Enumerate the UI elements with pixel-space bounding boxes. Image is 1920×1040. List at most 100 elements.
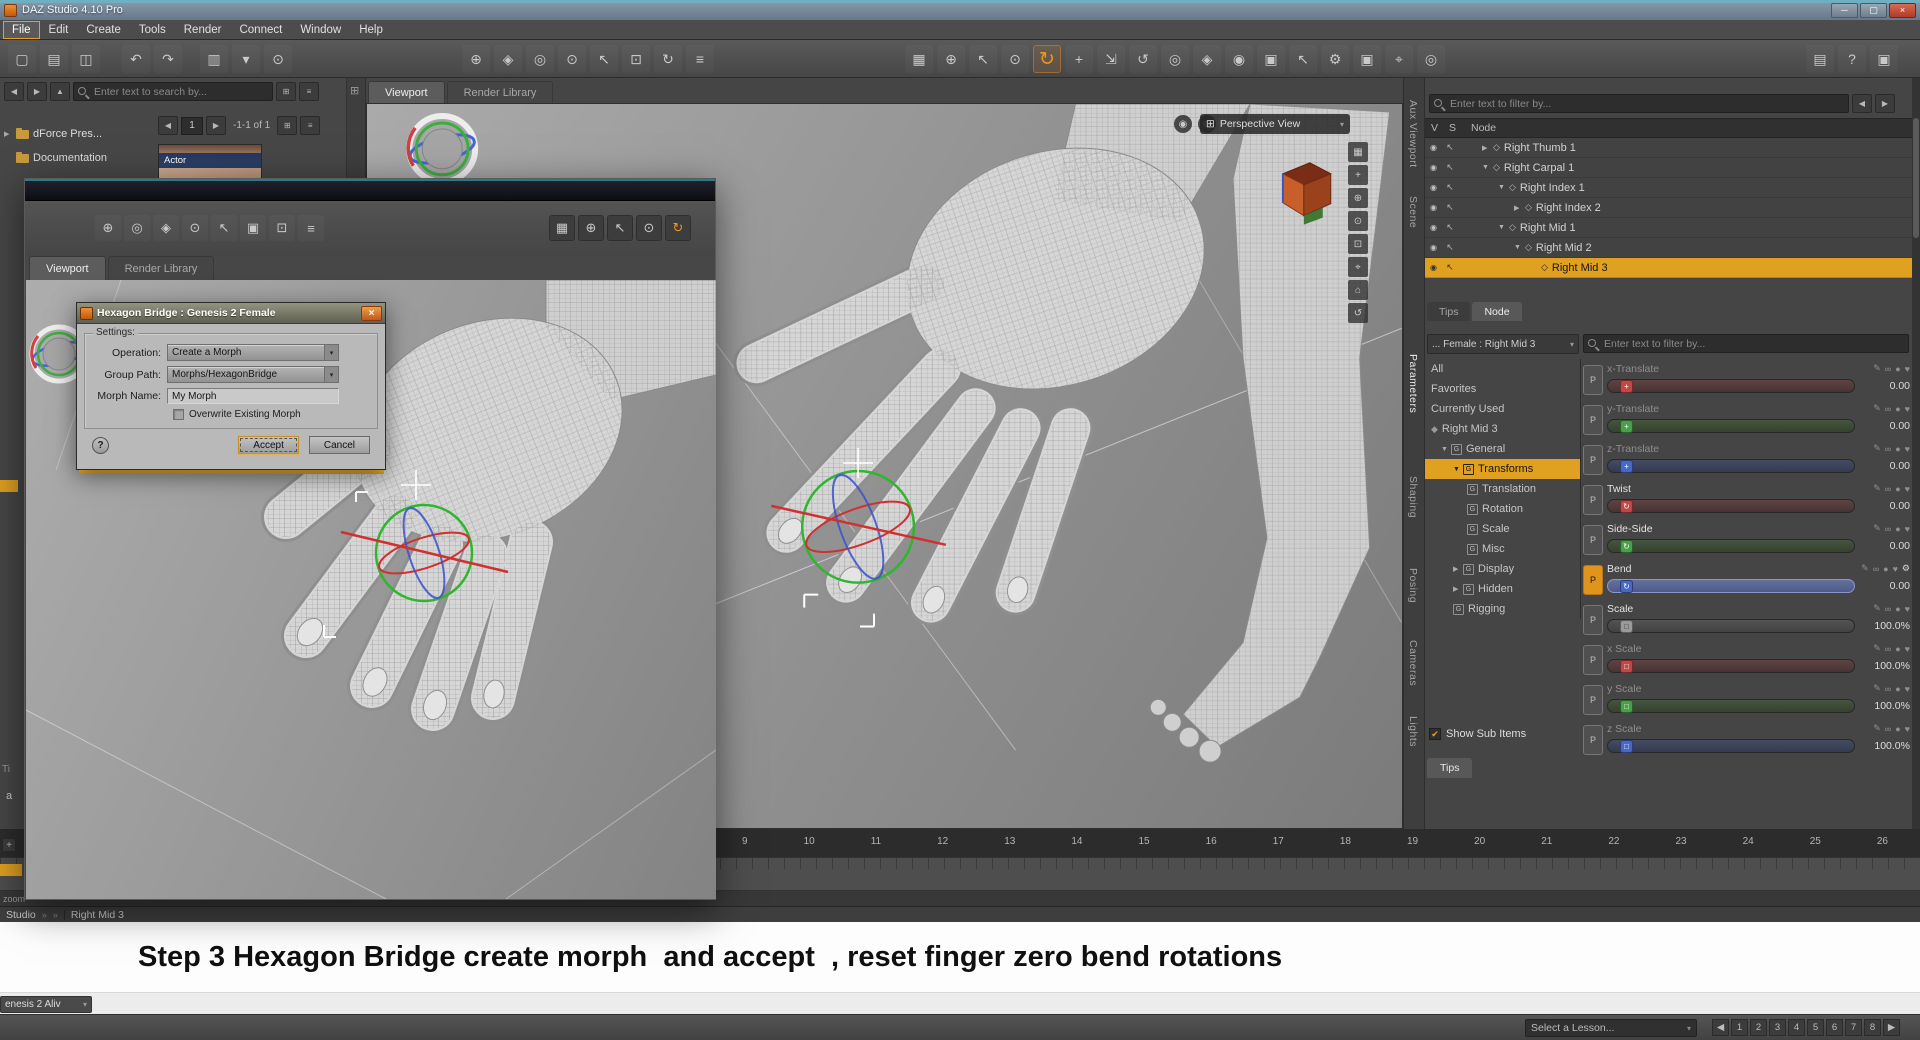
link-icon[interactable]: ∞	[1885, 644, 1891, 654]
gear-icon[interactable]: ⚙	[1902, 563, 1910, 574]
environment-tool[interactable]: ⊙	[558, 45, 586, 73]
dock-tab[interactable]: Lights	[1407, 716, 1419, 747]
link-icon[interactable]: ∞	[1885, 364, 1891, 374]
page-button[interactable]: 3	[1769, 1019, 1786, 1036]
slider-track[interactable]: ↻	[1607, 539, 1855, 553]
search-input[interactable]	[73, 82, 273, 101]
favorite-icon[interactable]: ♥	[1905, 364, 1910, 374]
viewport-tab[interactable]: Viewport	[29, 256, 106, 280]
panel-scrollbar[interactable]	[1912, 78, 1920, 829]
slider-knob[interactable]: ↻	[1620, 540, 1633, 553]
scene-tree-row[interactable]: ◉ ↖ ▼ ◇ Right Index 1	[1425, 178, 1912, 198]
selectability-icon[interactable]: ↖	[1442, 262, 1458, 273]
save-scene[interactable]: ◫	[72, 45, 100, 73]
transform-box-tool[interactable]: ⊡	[622, 45, 650, 73]
favorite-icon[interactable]: ♥	[1905, 604, 1910, 614]
edit-icon[interactable]: ✎	[1861, 563, 1869, 574]
close-button[interactable]: ×	[1889, 2, 1916, 18]
reset-view[interactable]: ↺	[1348, 303, 1368, 323]
parameter-category[interactable]: ▶ G Hidden	[1425, 579, 1580, 599]
parameters-pane-tab[interactable]: Node	[1472, 302, 1522, 321]
menu-item[interactable]: Help	[351, 22, 391, 38]
interactive-help[interactable]: ?	[1838, 45, 1866, 73]
sphere-tool[interactable]: ⊕	[578, 215, 604, 241]
expand-arrow-icon[interactable]: ▼	[1482, 164, 1493, 171]
page-button[interactable]: 6	[1826, 1019, 1843, 1036]
lock-icon[interactable]: ●	[1895, 524, 1900, 534]
wand-tool[interactable]: ↖	[211, 215, 237, 241]
link-icon[interactable]: ∞	[1885, 484, 1891, 494]
slider-track[interactable]: +	[1607, 419, 1855, 433]
menu-item[interactable]: Create	[78, 22, 129, 38]
redo[interactable]: ↷	[154, 45, 182, 73]
active-rotate-tool[interactable]: ↻	[1033, 45, 1061, 73]
favorite-icon[interactable]: ♥	[1905, 484, 1910, 494]
expand-arrow-icon[interactable]: ▼	[1441, 446, 1451, 453]
home-view[interactable]: ⌂	[1348, 280, 1368, 300]
minimize-button[interactable]: ─	[1831, 2, 1858, 18]
nav-forward-button[interactable]: ▶	[27, 82, 47, 101]
parameter-category[interactable]: G Rigging	[1425, 599, 1580, 619]
visibility-eye-icon[interactable]: ◉	[1425, 163, 1442, 172]
dolly-view[interactable]: ⊕	[1348, 188, 1368, 208]
timeline-ruler[interactable]: 9 10 11 12 13 14 15 16 17 18 19 20 21 22 23 24 25 26	[742, 836, 1888, 847]
scene-search[interactable]: ⊙	[264, 45, 292, 73]
scene-filter-input[interactable]	[1429, 94, 1849, 113]
dock-tab[interactable]: Scene	[1407, 196, 1419, 228]
expand-arrow-icon[interactable]: ▶	[4, 130, 12, 138]
expand-arrow-icon[interactable]: ▶	[1482, 144, 1493, 152]
parameter-value[interactable]: 0.00	[1860, 580, 1910, 592]
page-button[interactable]: 8	[1864, 1019, 1881, 1036]
view-list-button[interactable]: ≡	[299, 82, 319, 101]
page-button[interactable]: 4	[1788, 1019, 1805, 1036]
slider-knob[interactable]: ↻	[1620, 500, 1633, 513]
menu-item[interactable]: Tools	[131, 22, 174, 38]
view-cube[interactable]: ▦	[1348, 142, 1368, 162]
parameters-pane-tab[interactable]: Tips	[1427, 302, 1471, 321]
grid-snap[interactable]: ▦	[549, 215, 575, 241]
parameter-type-icon[interactable]: P	[1583, 365, 1603, 395]
parameter-type-icon[interactable]: P	[1583, 685, 1603, 715]
image-editor[interactable]: ▤	[1806, 45, 1834, 73]
active-rotate-tool[interactable]: ↻	[665, 215, 691, 241]
link-icon[interactable]: ∞	[1885, 604, 1891, 614]
mesh-grabber-tool[interactable]: ◉	[1225, 45, 1253, 73]
parameter-category[interactable]: G Scale	[1425, 519, 1580, 539]
edit-icon[interactable]: ✎	[1873, 723, 1881, 734]
favorite-icon[interactable]: ♥	[1905, 724, 1910, 734]
camera-tool[interactable]: ▣	[240, 215, 266, 241]
expand-arrow-icon[interactable]: ▼	[1498, 184, 1509, 191]
edit-icon[interactable]: ✎	[1873, 643, 1881, 654]
translate-tool[interactable]: +	[1065, 45, 1093, 73]
frame-tool[interactable]: ⊡	[269, 215, 295, 241]
selectability-icon[interactable]: ↖	[1442, 182, 1458, 193]
selectability-icon[interactable]: ↖	[1442, 222, 1458, 233]
render-settings[interactable]: ▣	[1870, 45, 1898, 73]
expand-arrow-icon[interactable]: ▼	[1453, 466, 1463, 473]
undo[interactable]: ↶	[122, 45, 150, 73]
scene-tree-row[interactable]: ◉ ↖ ▶ ◇ Right Thumb 1	[1425, 138, 1912, 158]
parameter-type-icon[interactable]: P	[1583, 525, 1603, 555]
morph-name-field[interactable]	[167, 388, 339, 404]
parameter-value[interactable]: 0.00	[1860, 380, 1910, 392]
slider-track[interactable]: □	[1607, 619, 1855, 633]
edit-icon[interactable]: ✎	[1873, 683, 1881, 694]
page-button[interactable]: 1	[1731, 1019, 1748, 1036]
menu-item[interactable]: Window	[292, 22, 349, 38]
pager-next-button[interactable]: ▶	[206, 116, 226, 135]
link-icon[interactable]: ∞	[1885, 724, 1891, 734]
parameter-type-icon[interactable]: P	[1583, 485, 1603, 515]
menu-item[interactable]: Edit	[41, 22, 77, 38]
parameter-value[interactable]: 0.00	[1860, 540, 1910, 552]
aim-view[interactable]: ⌖	[1348, 257, 1368, 277]
expand-arrow-icon[interactable]: ▶	[1514, 204, 1525, 212]
frame-view[interactable]: ⊡	[1348, 234, 1368, 254]
parameter-category[interactable]: Favorites	[1425, 379, 1580, 399]
dock-tab[interactable]: Parameters	[1407, 354, 1419, 413]
parameter-category[interactable]: All	[1425, 359, 1580, 379]
lock-icon[interactable]: ●	[1895, 444, 1900, 454]
overwrite-checkbox[interactable]	[173, 409, 184, 420]
slider-knob[interactable]: □	[1620, 740, 1633, 753]
lock-icon[interactable]: ●	[1895, 604, 1900, 614]
slider-track[interactable]: □	[1607, 659, 1855, 673]
